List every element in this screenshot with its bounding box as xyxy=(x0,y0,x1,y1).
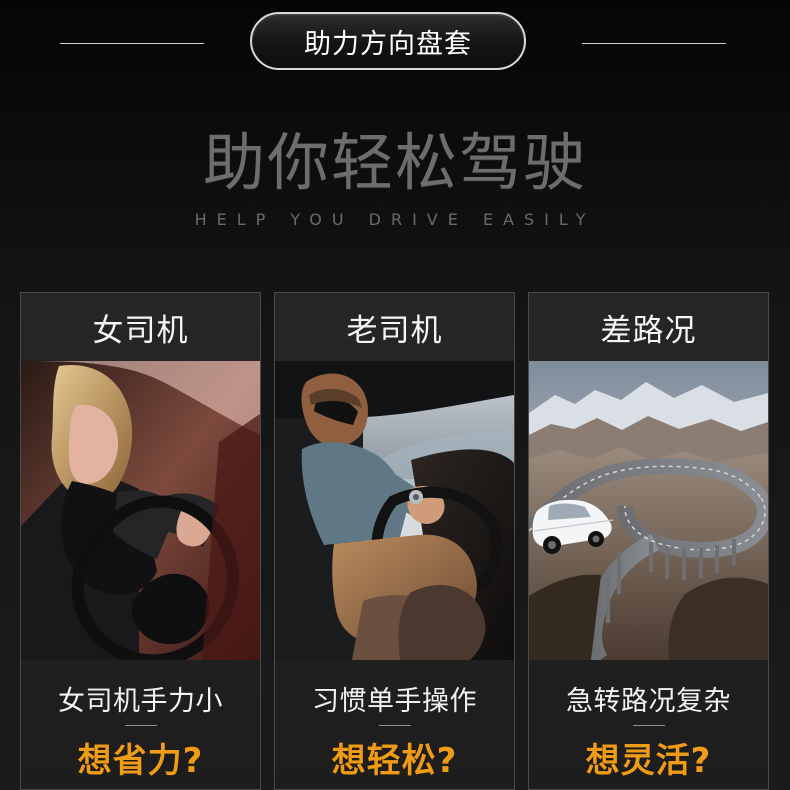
card-question: 想轻松? xyxy=(331,741,458,781)
hero-subtitle: HELP YOU DRIVE EASILY xyxy=(194,210,596,229)
card-experienced-driver: 老司机 习惯单手操作 想轻松? xyxy=(274,292,515,790)
feature-cards: 女司机 女司机手力小 想省力? 老司机 习惯单手操作 想轻松? 差路况 急转路况… xyxy=(20,292,770,790)
top-rule-right xyxy=(582,43,726,44)
card-divider xyxy=(125,725,157,726)
card-subtitle: 急转路况复杂 xyxy=(566,686,731,717)
card-divider xyxy=(633,725,665,726)
hero-title: 助你轻松驾驶 xyxy=(202,126,587,199)
card-subtitle: 习惯单手操作 xyxy=(312,686,477,717)
female-driver-photo xyxy=(21,361,260,660)
card-divider xyxy=(379,725,411,726)
experienced-driver-photo xyxy=(275,361,514,660)
card-title: 差路况 xyxy=(600,312,697,349)
mountain-highway-photo xyxy=(529,361,768,660)
card-bad-road-conditions: 差路况 急转路况复杂 想灵活? xyxy=(528,292,769,790)
card-question: 想灵活? xyxy=(585,741,712,781)
card-photo-experienced-driver xyxy=(275,361,514,660)
card-subtitle: 女司机手力小 xyxy=(58,686,223,717)
card-title: 女司机 xyxy=(92,312,189,349)
card-female-driver: 女司机 女司机手力小 想省力? xyxy=(20,292,261,790)
card-photo-female-driver xyxy=(21,361,260,660)
header-badge-title: 助力方向盘套 xyxy=(304,28,472,60)
card-question: 想省力? xyxy=(77,741,204,781)
card-photo-bad-road-conditions xyxy=(529,361,768,660)
top-rule-left xyxy=(60,43,204,44)
header-badge: 助力方向盘套 xyxy=(250,12,526,70)
card-title: 老司机 xyxy=(346,312,443,349)
